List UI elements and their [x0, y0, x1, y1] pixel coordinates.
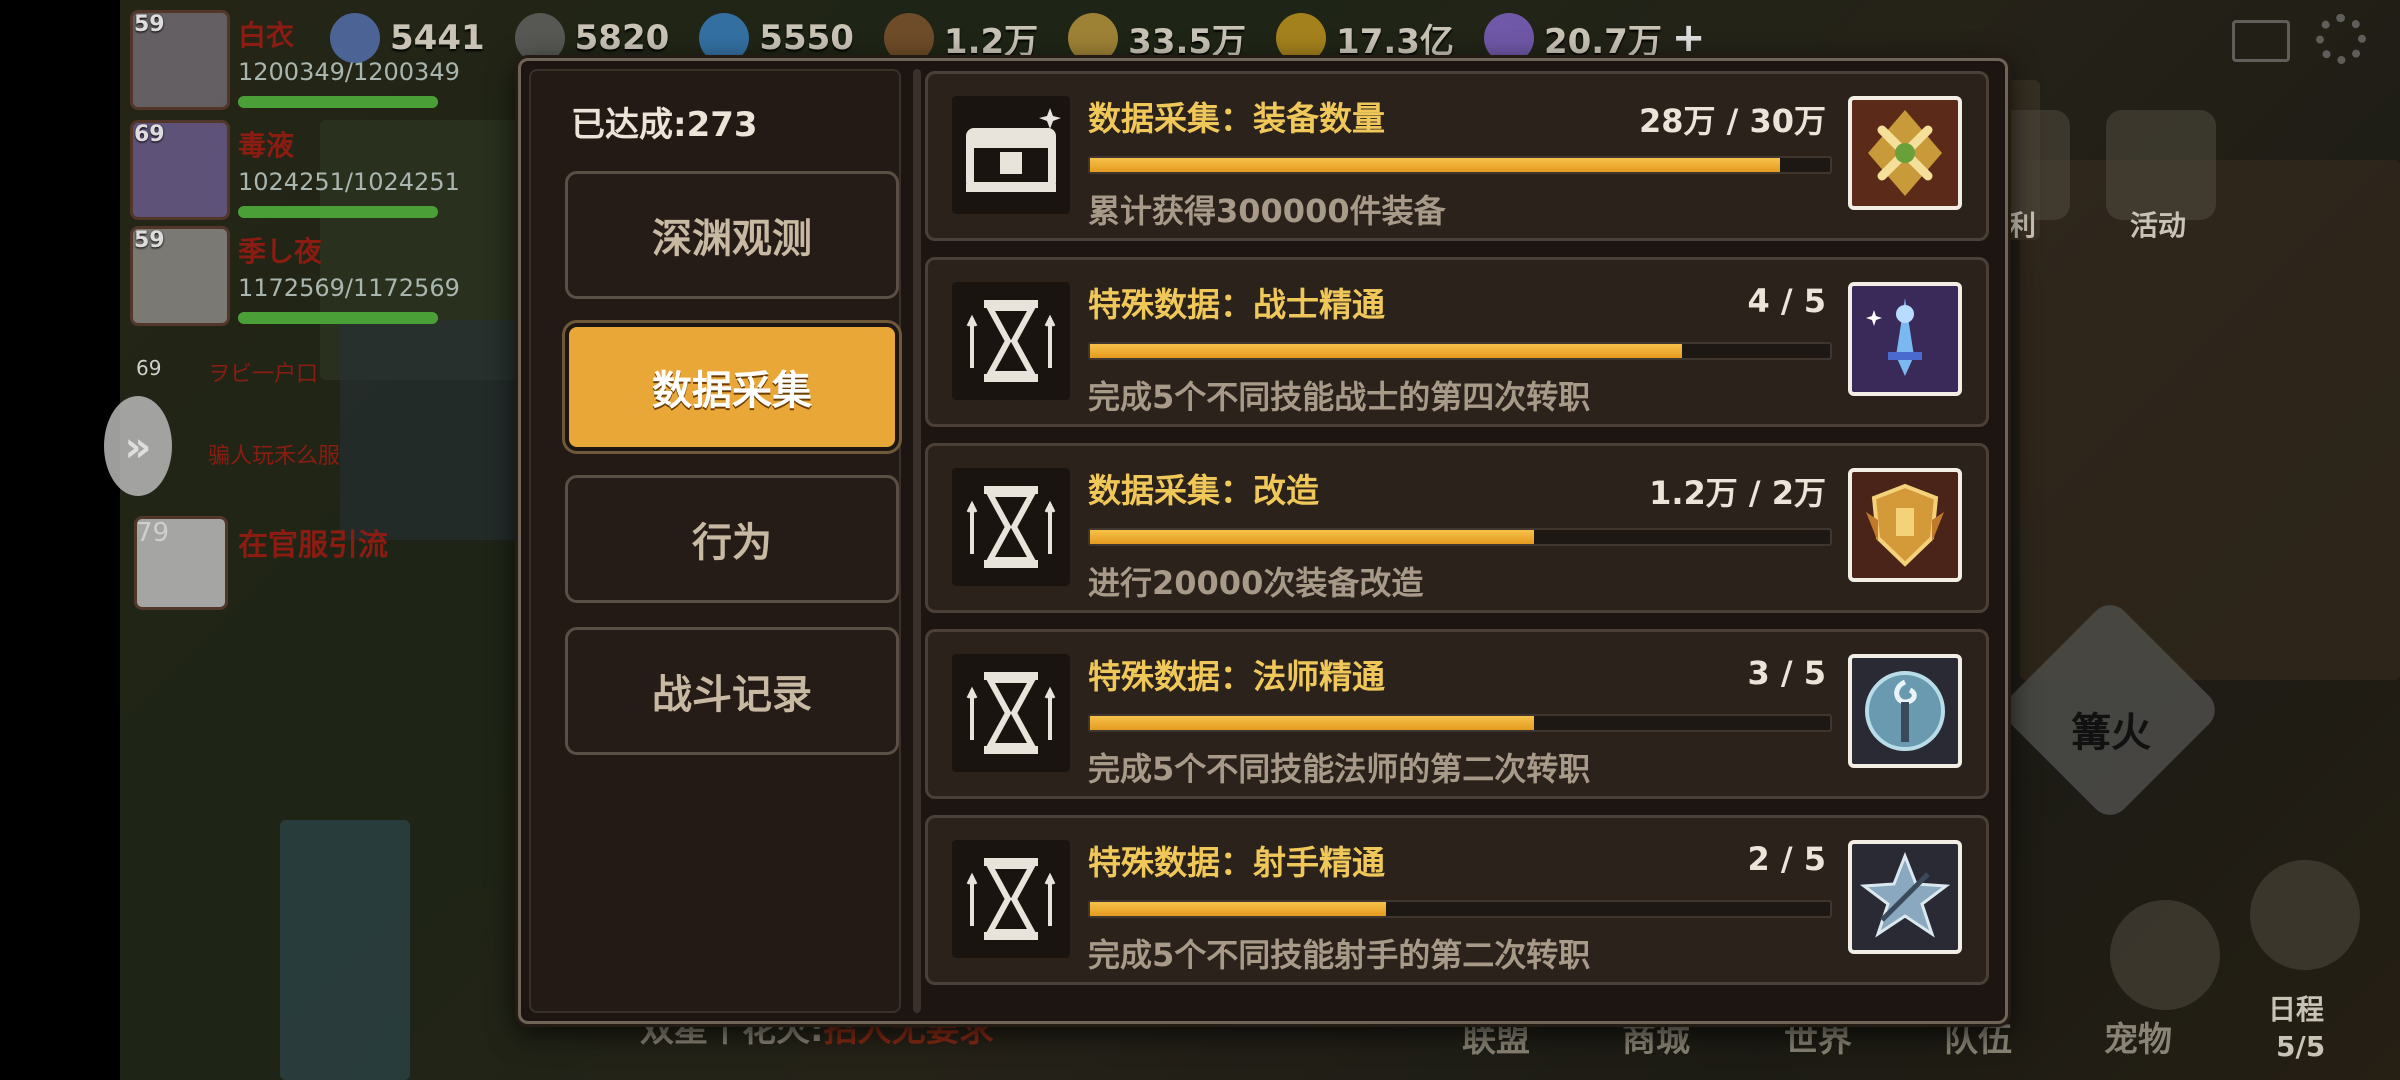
item-title: 特殊数据：法师精通	[1088, 657, 1385, 696]
party-member[interactable]: 59 白衣 1200349/1200349	[130, 10, 460, 110]
resource-gold[interactable]: 17.3亿	[1276, 13, 1454, 63]
member-name[interactable]: 骗人玩禾么服	[208, 438, 340, 470]
item-title: 数据采集：改造	[1088, 471, 1319, 510]
item-description: 进行20000次装备改造	[1088, 564, 1424, 602]
hourglass-icon	[952, 654, 1070, 772]
item-count: 28万 / 30万	[1638, 102, 1826, 140]
progress-bar	[1088, 900, 1832, 918]
item-description: 完成5个不同技能射手的第二次转职	[1088, 936, 1591, 974]
item-count: 3 / 5	[1747, 654, 1827, 692]
wheat-icon	[1068, 13, 1119, 63]
progress-bar	[1088, 528, 1832, 546]
wood-icon	[883, 13, 934, 63]
item-count: 1.2万 / 2万	[1649, 474, 1826, 512]
list-item[interactable]: 特殊数据：射手精通 2 / 5 完成5个不同技能射手的第二次转职	[925, 815, 1989, 985]
item-count: 2 / 5	[1747, 840, 1827, 878]
mail-icon[interactable]	[2232, 20, 2290, 62]
member-name: 毒液	[238, 129, 295, 162]
bonfire-label[interactable]: 篝火	[2046, 700, 2176, 758]
member-level: 79	[136, 518, 170, 548]
party-member[interactable]: 69 毒液 1024251/1024251	[130, 120, 460, 220]
member-hp: 1172569/1172569	[238, 274, 460, 302]
member-level: 69	[136, 356, 162, 380]
bow-star-badge-icon[interactable]	[1848, 840, 1962, 954]
blue-crystal-icon	[699, 13, 750, 63]
member-level: 59	[134, 12, 165, 37]
progress-bar	[1088, 342, 1832, 360]
resource-ore[interactable]: 5820	[514, 13, 670, 63]
add-diamond-button[interactable]: +	[1672, 15, 1706, 61]
schedule-label[interactable]: 日程	[2268, 988, 2324, 1028]
paw-icon[interactable]	[2110, 900, 2220, 1010]
list-item[interactable]: 特殊数据：战士精通 4 / 5 完成5个不同技能战士的第四次转职	[925, 257, 1989, 427]
member-name[interactable]: ヲビ一户口	[208, 356, 318, 388]
progress-bar	[1088, 156, 1832, 174]
category-data-collection[interactable]: 数据采集	[565, 323, 899, 451]
mage-staff-badge-icon[interactable]	[1848, 654, 1962, 768]
achievement-list: 数据采集：装备数量 28万 / 30万 累计获得300000件装备 特殊数据：战…	[925, 71, 1989, 1011]
crossed-swords-badge-icon[interactable]	[1848, 96, 1962, 210]
resource-diamond[interactable]: 20.7万 +	[1483, 13, 1706, 63]
blue-sword-badge-icon[interactable]	[1848, 282, 1962, 396]
hp-bar	[238, 96, 438, 108]
resource-value: 5820	[574, 18, 670, 58]
achieved-count: 已达成:273	[571, 105, 758, 145]
list-item[interactable]: 数据采集：装备数量 28万 / 30万 累计获得300000件装备	[925, 71, 1989, 241]
resource-value: 17.3亿	[1336, 21, 1454, 62]
hp-bar	[238, 312, 438, 324]
party-member[interactable]: 59 季し夜 1172569/1172569	[130, 226, 460, 326]
diamond-icon	[1483, 13, 1534, 63]
hourglass-icon	[952, 840, 1070, 958]
hourglass-icon	[952, 468, 1070, 586]
item-title: 特殊数据：战士精通	[1088, 285, 1385, 324]
item-description: 完成5个不同技能法师的第二次转职	[1088, 750, 1591, 788]
resource-value: 1.2万	[943, 21, 1039, 62]
member-level: 69	[134, 122, 165, 147]
item-description: 累计获得300000件装备	[1088, 192, 1446, 230]
character-icon[interactable]	[2250, 860, 2360, 970]
progress-bar	[1088, 714, 1832, 732]
activity-label[interactable]: 活动	[2130, 204, 2186, 244]
chest-icon	[952, 96, 1070, 214]
golden-shield-badge-icon[interactable]	[1848, 468, 1962, 582]
member-name: 白衣	[238, 19, 295, 52]
member-name[interactable]: 在官服引流	[238, 520, 388, 564]
item-count: 4 / 5	[1747, 282, 1827, 320]
gold-coin-icon	[1276, 13, 1327, 63]
member-level: 59	[134, 228, 165, 253]
resource-value: 5550	[759, 18, 854, 58]
category-behavior[interactable]: 行为	[565, 475, 899, 603]
category-battle-record[interactable]: 战斗记录	[565, 627, 899, 755]
tab-pet[interactable]: 宠物	[2104, 1012, 2172, 1061]
ore-icon	[514, 13, 565, 63]
hp-bar	[238, 206, 438, 218]
list-item[interactable]: 特殊数据：法师精通 3 / 5 完成5个不同技能法师的第二次转职	[925, 629, 1989, 799]
item-title: 特殊数据：射手精通	[1088, 843, 1385, 882]
member-name: 季し夜	[238, 235, 323, 268]
category-panel: 已达成:273 深渊观测 数据采集 行为 战斗记录	[529, 69, 901, 1013]
resource-wheat[interactable]: 33.5万	[1068, 13, 1246, 63]
item-title: 数据采集：装备数量	[1088, 99, 1385, 138]
expand-party-button[interactable]: »	[104, 396, 172, 496]
resource-wood[interactable]: 1.2万	[883, 13, 1039, 63]
hourglass-icon	[952, 282, 1070, 400]
category-abyss-observation[interactable]: 深渊观测	[565, 171, 899, 299]
scroll-divider	[913, 69, 921, 1013]
resource-value: 33.5万	[1128, 21, 1247, 62]
member-hp: 1200349/1200349	[238, 58, 460, 86]
resource-value: 20.7万	[1543, 21, 1662, 62]
schedule-count: 5/5	[2276, 1030, 2326, 1063]
resource-blue-crystal[interactable]: 5550	[699, 13, 854, 63]
member-hp: 1024251/1024251	[238, 168, 460, 196]
gear-icon[interactable]	[2316, 14, 2366, 64]
list-item[interactable]: 数据采集：改造 1.2万 / 2万 进行20000次装备改造	[925, 443, 1989, 613]
achievement-dialog: 已达成:273 深渊观测 数据采集 行为 战斗记录 数据采集：装备数量 28万 …	[518, 58, 2008, 1024]
item-description: 完成5个不同技能战士的第四次转职	[1088, 378, 1591, 416]
